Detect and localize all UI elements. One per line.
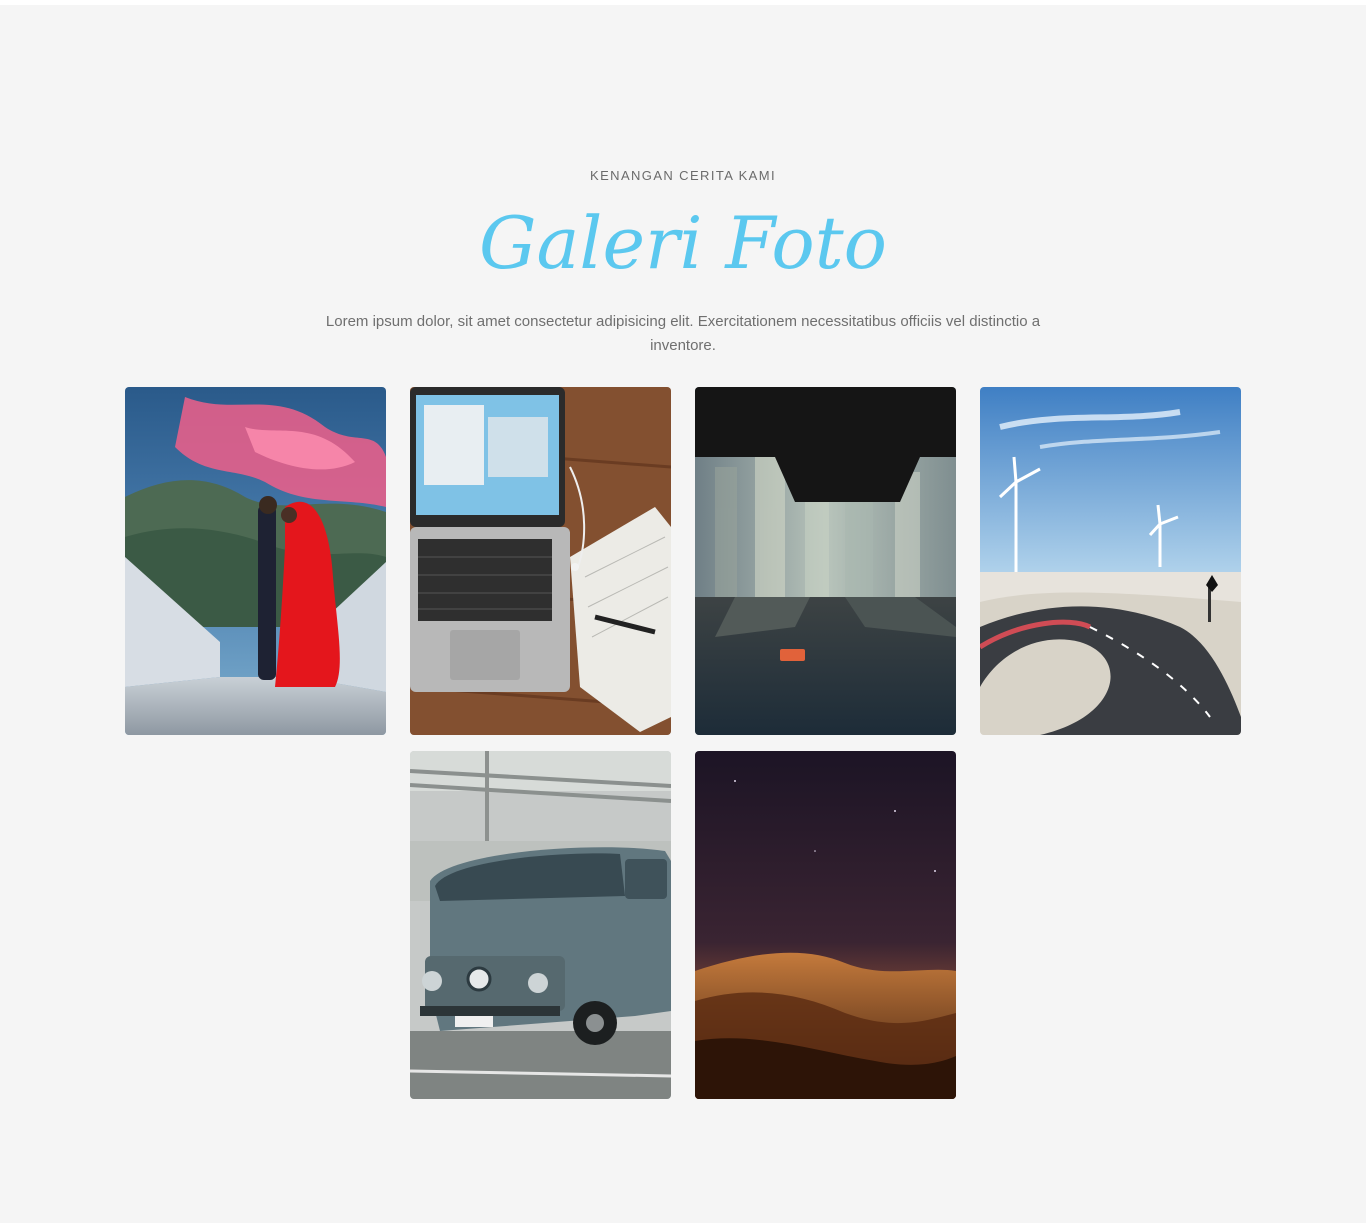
section-eyebrow: KENANGAN CERITA KAMI	[590, 168, 776, 183]
gallery-section: KENANGAN CERITA KAMI Galeri Foto Lorem i…	[0, 5, 1366, 1223]
section-title: Galeri Foto	[478, 201, 888, 285]
photo-couple-bridge-image	[125, 387, 386, 735]
photo-desert-dusk-image	[695, 751, 956, 1099]
gallery-photo-laptop-desk[interactable]	[410, 387, 671, 735]
photo-city-drive-image	[695, 387, 956, 735]
section-description: Lorem ipsum dolor, sit amet consectetur …	[325, 313, 1041, 354]
photo-windmill-road-image	[980, 387, 1241, 735]
photo-vintage-van-image	[410, 751, 671, 1099]
photo-laptop-desk-image	[410, 387, 671, 735]
gallery-photo-desert-dusk[interactable]	[695, 751, 956, 1099]
gallery-photo-windmill-road[interactable]	[980, 387, 1241, 735]
gallery-photo-city-drive[interactable]	[695, 387, 956, 735]
gallery-photo-vintage-van[interactable]	[410, 751, 671, 1099]
gallery-photo-couple-bridge[interactable]	[125, 387, 386, 735]
